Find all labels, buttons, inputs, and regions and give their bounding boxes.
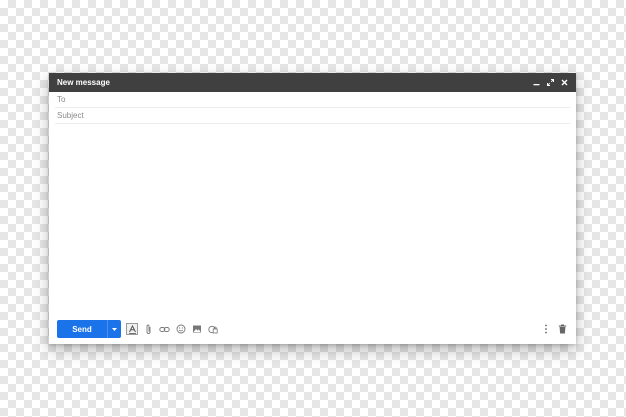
insert-photo-icon[interactable]: [191, 324, 202, 335]
to-row: [55, 92, 570, 108]
to-input[interactable]: [57, 95, 570, 104]
minimize-icon[interactable]: [532, 79, 540, 87]
more-options-icon[interactable]: [540, 324, 551, 335]
send-options-button[interactable]: [107, 320, 121, 338]
subject-row: [55, 108, 570, 124]
compose-window: New message Send: [49, 73, 576, 344]
subject-input[interactable]: [57, 111, 570, 120]
window-controls: [532, 79, 568, 87]
attach-file-icon[interactable]: [143, 324, 154, 335]
send-button[interactable]: Send: [57, 320, 107, 338]
formatting-tools: [126, 323, 218, 335]
confidential-mode-icon[interactable]: [207, 324, 218, 335]
expand-icon[interactable]: [546, 79, 554, 87]
secondary-tools: [540, 324, 568, 335]
send-button-group: Send: [57, 320, 121, 338]
message-body[interactable]: [55, 124, 570, 314]
window-title: New message: [57, 78, 110, 87]
compose-title-bar[interactable]: New message: [49, 73, 576, 92]
compose-toolbar: Send: [49, 314, 576, 344]
close-icon[interactable]: [560, 79, 568, 87]
caret-down-icon: [112, 327, 117, 331]
discard-draft-icon[interactable]: [557, 324, 568, 335]
insert-link-icon[interactable]: [159, 324, 170, 335]
text-format-icon[interactable]: [126, 323, 138, 335]
insert-emoji-icon[interactable]: [175, 324, 186, 335]
